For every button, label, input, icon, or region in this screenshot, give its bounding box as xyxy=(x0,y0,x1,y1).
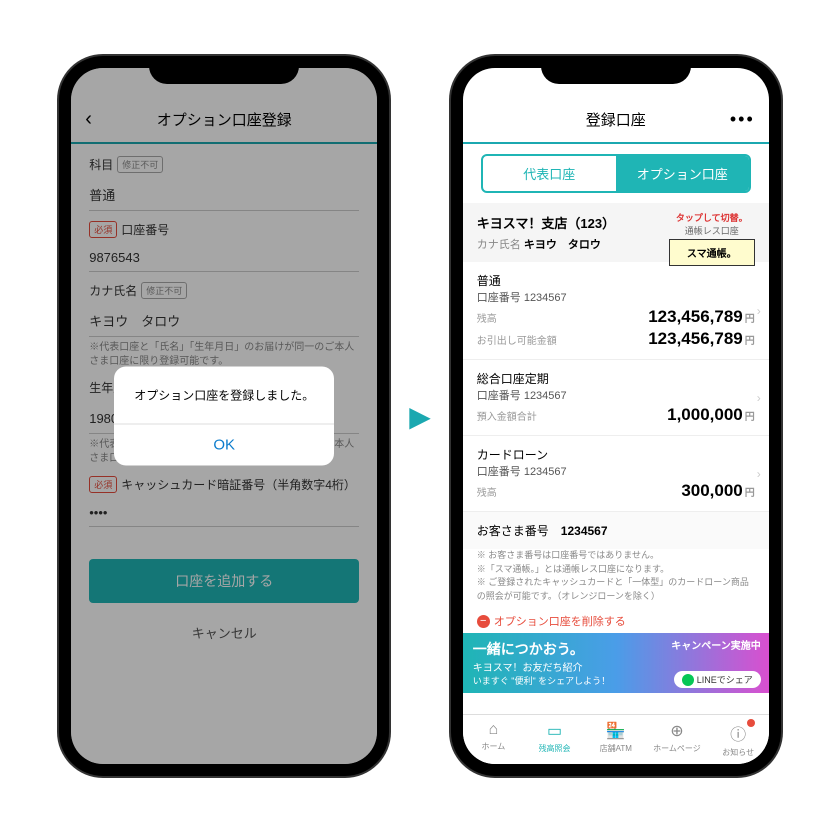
minus-icon: − xyxy=(477,615,490,628)
segment-control: 代表口座 オプション口座 xyxy=(481,154,751,193)
account-header: キヨスマ！支店（123） カナ氏名 キヨウ タロウ タップして切替。 通帳レス口… xyxy=(463,203,769,262)
kana-value: キヨウ タロウ xyxy=(524,239,601,251)
home-icon: ⌂ xyxy=(463,721,524,739)
customer-number: お客さま番号 1234567 xyxy=(463,512,769,549)
tab-home[interactable]: ⌂ホーム xyxy=(463,715,524,764)
customer-notes: ※ お客さま番号は口座番号ではありません。※「スマ通帳。」とは通帳レス口座になり… xyxy=(463,549,769,609)
promo-banner[interactable]: 一緒につかおう。 キヨスマ！お友だち紹介 いますぐ "便利" をシェアしよう！ … xyxy=(463,633,769,693)
tab-option-account[interactable]: オプション口座 xyxy=(616,156,749,191)
globe-icon: ⊕ xyxy=(646,721,707,741)
delete-option-account[interactable]: −オプション口座を削除する xyxy=(463,609,769,633)
tab-main-account[interactable]: 代表口座 xyxy=(483,156,616,191)
phone-right: 登録口座 ••• 代表口座 オプション口座 キヨスマ！支店（123） カナ氏名 … xyxy=(451,56,781,776)
line-share-button[interactable]: LINEでシェア xyxy=(674,671,761,688)
arrow-icon: ▶ xyxy=(409,400,431,433)
page-title: 登録口座 xyxy=(586,109,646,130)
tab-balance[interactable]: ▭残高照会 xyxy=(524,715,585,764)
phone-left: ‹ オプション口座登録 科目修正不可 普通 必須口座番号 9876543 カナ氏… xyxy=(59,56,389,776)
smart-tap-text: タップして切替。 xyxy=(669,211,755,224)
banner-campaign: キャンペーン実施中 xyxy=(671,637,761,652)
smart-passbook-toggle[interactable]: タップして切替。 通帳レス口座 スマ通帳。 xyxy=(669,211,755,266)
tab-bar: ⌂ホーム ▭残高照会 🏪店舗ATM ⊕ホームページ ⓘお知らせ xyxy=(463,714,769,764)
header: 登録口座 ••• xyxy=(463,96,769,144)
line-icon xyxy=(682,674,694,686)
card-icon: ▭ xyxy=(524,721,585,741)
notch xyxy=(541,56,691,84)
account-item[interactable]: 総合口座定期口座番号 1234567預入金額合計1,000,000円› xyxy=(463,360,769,436)
chevron-right-icon: › xyxy=(757,304,761,318)
tab-homepage[interactable]: ⊕ホームページ xyxy=(646,715,707,764)
notch xyxy=(149,56,299,84)
content: 代表口座 オプション口座 キヨスマ！支店（123） カナ氏名 キヨウ タロウ タ… xyxy=(463,144,769,714)
info-icon: ⓘ xyxy=(708,721,769,745)
kana-label: カナ氏名 xyxy=(477,239,521,251)
alert-ok-button[interactable]: OK xyxy=(114,424,334,466)
notification-dot xyxy=(747,719,755,727)
chevron-right-icon: › xyxy=(757,467,761,481)
screen-left: ‹ オプション口座登録 科目修正不可 普通 必須口座番号 9876543 カナ氏… xyxy=(71,68,377,764)
alert-dialog: オプション口座を登録しました。 OK xyxy=(114,367,334,466)
tab-atm[interactable]: 🏪店舗ATM xyxy=(585,715,646,764)
screen-right: 登録口座 ••• 代表口座 オプション口座 キヨスマ！支店（123） カナ氏名 … xyxy=(463,68,769,764)
account-item[interactable]: 普通口座番号 1234567残高123,456,789円お引出し可能金額123,… xyxy=(463,262,769,360)
atm-icon: 🏪 xyxy=(585,721,646,741)
account-list: 普通口座番号 1234567残高123,456,789円お引出し可能金額123,… xyxy=(463,262,769,512)
more-icon[interactable]: ••• xyxy=(730,109,755,130)
tab-notice[interactable]: ⓘお知らせ xyxy=(708,715,769,764)
smart-sub-text: 通帳レス口座 xyxy=(669,224,755,237)
account-item[interactable]: カードローン口座番号 1234567残高300,000円› xyxy=(463,436,769,512)
alert-message: オプション口座を登録しました。 xyxy=(114,367,334,424)
chevron-right-icon: › xyxy=(757,391,761,405)
